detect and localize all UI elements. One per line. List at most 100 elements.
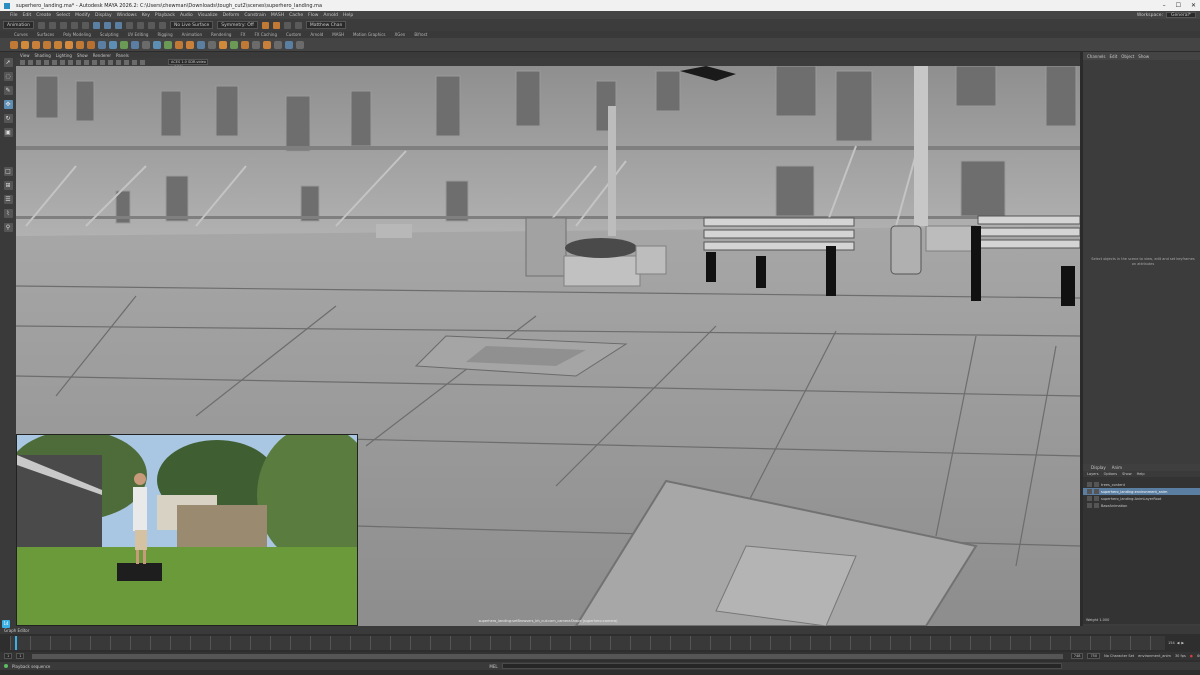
smooth-shade-icon[interactable] [92, 59, 97, 65]
shelf-tab-surfaces[interactable]: Surfaces [37, 32, 54, 37]
shelf-tab-custom[interactable]: Custom [286, 32, 301, 37]
torus-icon[interactable] [65, 40, 73, 49]
sphere-icon[interactable] [21, 40, 29, 49]
layer-row[interactable]: superhero_landing:environment_anim [1083, 488, 1200, 495]
color-transform-field[interactable]: ACES 1.0 SDR-video (sRGB) [168, 59, 208, 69]
timeline-track[interactable] [10, 636, 1165, 650]
layer-row[interactable]: superhero_landing:AnimLayerRoot [1083, 495, 1200, 502]
menu-create[interactable]: Create [36, 13, 51, 18]
mel-label[interactable]: MEL [489, 664, 497, 669]
redo-icon[interactable] [81, 21, 89, 29]
scale-tool-icon[interactable]: ▣ [3, 128, 13, 137]
menu-edit[interactable]: Edit [23, 13, 32, 18]
snap-together-icon[interactable] [274, 40, 282, 49]
shelf-tab-xgen[interactable]: XGen [395, 32, 406, 37]
menu-cache[interactable]: Cache [289, 13, 303, 18]
minimize-button[interactable]: – [1163, 2, 1166, 9]
image-plane-icon[interactable] [36, 59, 41, 65]
shelf-tab-animation[interactable]: Animation [182, 32, 202, 37]
maximize-button[interactable]: ☐ [1176, 2, 1181, 9]
combine-icon[interactable] [98, 40, 106, 49]
undo-icon[interactable] [70, 21, 78, 29]
menu-flow[interactable]: Flow [308, 13, 318, 18]
layer-visibility-icon[interactable] [1087, 489, 1092, 494]
snap-curve-icon[interactable] [136, 21, 144, 29]
fps-select[interactable]: 30 fps [1175, 654, 1186, 658]
layer-visibility-icon[interactable] [1087, 503, 1092, 508]
snap-plane-icon[interactable] [158, 21, 166, 29]
character-set-select[interactable]: No Character Set [1104, 654, 1134, 658]
weight-field[interactable]: 1.000 [1099, 618, 1109, 622]
extrude-icon[interactable] [120, 40, 128, 49]
boolean-icon[interactable] [197, 40, 205, 49]
workspace-select[interactable]: General* [1166, 12, 1196, 18]
snap-point-icon[interactable] [147, 21, 155, 29]
delete-history-icon[interactable] [263, 40, 271, 49]
channel-box-menu-edit[interactable]: Edit [1110, 54, 1118, 59]
shelf-tab-fx[interactable]: FX [240, 32, 245, 37]
textured-icon[interactable] [100, 59, 105, 65]
graph-editor-label[interactable]: Graph Editor [4, 628, 29, 633]
four-view-icon[interactable]: ⊞ [3, 181, 13, 190]
command-input[interactable] [501, 663, 1062, 669]
cube-icon[interactable] [32, 40, 40, 49]
select-object-icon[interactable] [103, 21, 111, 29]
playback-end-field[interactable]: 748 [1070, 653, 1084, 659]
layer-lock-icon[interactable] [1094, 503, 1099, 508]
open-scene-icon[interactable] [48, 21, 56, 29]
plane-icon[interactable] [76, 40, 84, 49]
cone-icon[interactable] [54, 40, 62, 49]
shelf-tab-rendering[interactable]: Rendering [211, 32, 231, 37]
shadows-icon[interactable] [116, 59, 121, 65]
layer-lock-icon[interactable] [1094, 496, 1099, 501]
play-forward-icon[interactable]: ▶ [1181, 641, 1184, 645]
graph-view-icon[interactable]: ⌇ [3, 209, 13, 218]
live-surface-field[interactable]: No Live Surface [169, 21, 214, 29]
curve-tool-icon[interactable] [10, 40, 18, 49]
freeze-transform-icon[interactable] [252, 40, 260, 49]
hypershade-icon[interactable] [294, 21, 302, 29]
panel-menu-lighting[interactable]: Lighting [56, 53, 72, 58]
quad-draw-icon[interactable] [296, 40, 304, 49]
shelf-tab-mash[interactable]: MASH [332, 32, 344, 37]
panel-menu-view[interactable]: View [20, 53, 30, 58]
panel-menu-shading[interactable]: Shading [35, 53, 51, 58]
render-settings-icon[interactable] [283, 21, 291, 29]
layer-lock-icon[interactable] [1094, 482, 1099, 487]
menu-playback[interactable]: Playback [155, 13, 175, 18]
user-account-select[interactable]: Matthew Chan [305, 21, 347, 29]
shelf-tab-poly-modeling[interactable]: Poly Modeling [63, 32, 91, 37]
move-tool-icon[interactable]: ✥ [3, 100, 13, 109]
channel-box-menu-object[interactable]: Object [1121, 54, 1134, 59]
time-cursor[interactable] [15, 636, 17, 650]
menuset-select[interactable]: Animation [3, 21, 34, 29]
auto-key-icon[interactable]: ● [1190, 654, 1193, 658]
new-scene-icon[interactable] [37, 21, 45, 29]
menu-audio[interactable]: Audio [180, 13, 193, 18]
layer-row[interactable]: trees_content [1083, 481, 1200, 488]
shelf-tab-sculpting[interactable]: Sculpting [100, 32, 119, 37]
ambient-occlusion-icon[interactable] [124, 59, 129, 65]
shelf-tab-rigging[interactable]: Rigging [157, 32, 172, 37]
menu-arnold[interactable]: Arnold [323, 13, 338, 18]
symmetry-select[interactable]: Symmetry: Off [217, 21, 258, 29]
menu-select[interactable]: Select [56, 13, 70, 18]
merge-icon[interactable] [175, 40, 183, 49]
multi-cut-icon[interactable] [142, 40, 150, 49]
layer-menu-show[interactable]: Show [1122, 472, 1131, 476]
shelf-tab-curves[interactable]: Curves [14, 32, 28, 37]
menu-modify[interactable]: Modify [75, 13, 90, 18]
bridge-icon[interactable] [131, 40, 139, 49]
smooth-icon[interactable] [164, 40, 172, 49]
render-icon[interactable] [261, 21, 269, 29]
layer-menu-layers[interactable]: Layers [1087, 472, 1099, 476]
shelf-tab-motion-graphics[interactable]: Motion Graphics [353, 32, 386, 37]
menu-help[interactable]: Help [343, 13, 353, 18]
playback-start-field[interactable]: 1 [16, 653, 25, 659]
mirror-icon[interactable] [186, 40, 194, 49]
panel-menu-show[interactable]: Show [77, 53, 88, 58]
cylinder-icon[interactable] [43, 40, 51, 49]
layer-tab-anim[interactable]: Anim [1112, 465, 1122, 470]
menu-display[interactable]: Display [95, 13, 112, 18]
layer-menu-help[interactable]: Help [1137, 472, 1145, 476]
